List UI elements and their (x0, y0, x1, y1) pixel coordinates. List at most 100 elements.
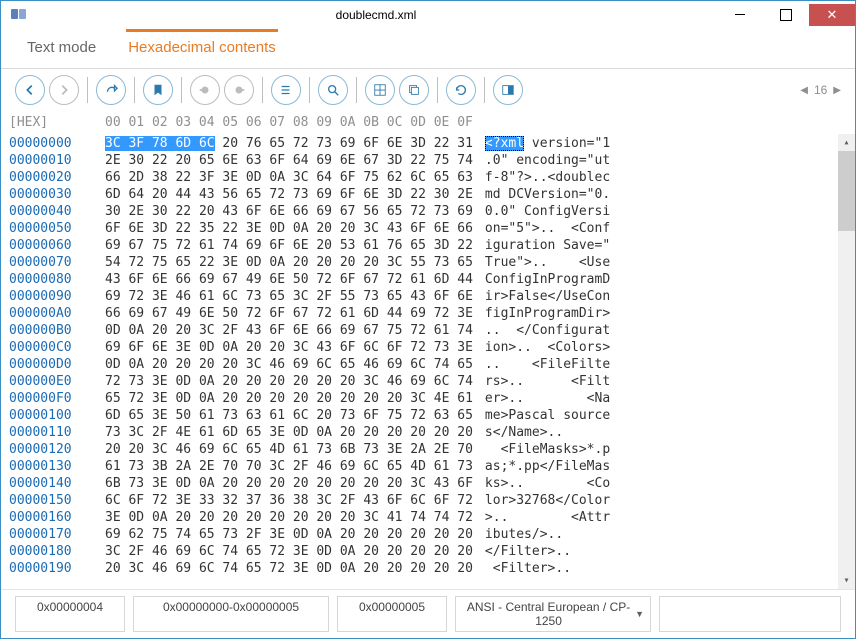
hex-row[interactable]: 000001506C 6F 72 3E 33 32 37 36 38 3C 2F… (9, 492, 610, 509)
bytes[interactable]: 6D 65 3E 50 61 73 63 61 6C 20 73 6F 75 7… (89, 407, 473, 424)
bytes[interactable]: 65 72 3E 0D 0A 20 20 20 20 20 20 20 20 3… (89, 390, 473, 407)
ascii[interactable]: ks>.. <Co (473, 475, 610, 492)
panel-button[interactable] (493, 75, 523, 105)
hex-row[interactable]: 0000009069 72 3E 46 61 6C 73 65 3C 2F 55… (9, 288, 610, 305)
ascii[interactable]: .. <FileFilte (473, 356, 610, 373)
hex-row[interactable]: 000001803C 2F 46 69 6C 74 65 72 3E 0D 0A… (9, 543, 610, 560)
hex-row[interactable]: 000000C069 6F 6E 3E 0D 0A 20 20 3C 43 6F… (9, 339, 610, 356)
tab-text-mode[interactable]: Text mode (25, 39, 98, 68)
hex-row[interactable]: 000000B00D 0A 20 20 3C 2F 43 6F 6E 66 69… (9, 322, 610, 339)
hex-row[interactable]: 0000011073 3C 2F 4E 61 6D 65 3E 0D 0A 20… (9, 424, 610, 441)
ascii[interactable]: iguration Save=" (473, 237, 610, 254)
scroll-up-icon[interactable]: ▴ (838, 134, 855, 151)
page-prev-icon[interactable]: ◀ (800, 85, 808, 96)
prev-bookmark-button[interactable] (190, 75, 220, 105)
hex-row[interactable]: 000001006D 65 3E 50 61 73 63 61 6C 20 73… (9, 407, 610, 424)
bytes[interactable]: 69 62 75 74 65 73 2F 3E 0D 0A 20 20 20 2… (89, 526, 473, 543)
hex-row[interactable]: 0000006069 67 75 72 61 74 69 6F 6E 20 53… (9, 237, 610, 254)
ascii[interactable]: ibutes/>.. (473, 526, 610, 543)
bytes[interactable]: 6F 6E 3D 22 35 22 3E 0D 0A 20 20 3C 43 6… (89, 220, 473, 237)
bytes[interactable]: 54 72 75 65 22 3E 0D 0A 20 20 20 20 3C 5… (89, 254, 473, 271)
ascii[interactable]: ion>.. <Colors> (473, 339, 610, 356)
bytes[interactable]: 2E 30 22 20 65 6E 63 6F 64 69 6E 67 3D 2… (89, 152, 473, 169)
hex-row[interactable]: 0000002066 2D 38 22 3F 3E 0D 0A 3C 64 6F… (9, 169, 610, 186)
ascii[interactable]: True">.. <Use (473, 254, 610, 271)
scroll-thumb[interactable] (838, 151, 855, 231)
encoding-select[interactable]: ANSI - Central European / CP-1250 ▼ (455, 596, 651, 632)
ascii[interactable]: s</Name>.. (473, 424, 610, 441)
ascii[interactable]: ir>False</UseCon (473, 288, 610, 305)
scroll-track[interactable] (838, 151, 855, 572)
page-indicator[interactable]: ◀ 16 ▶ (800, 83, 841, 97)
bytes[interactable]: 69 67 75 72 61 74 69 6F 6E 20 53 61 76 6… (89, 237, 473, 254)
ascii[interactable]: on="5">.. <Conf (473, 220, 610, 237)
hex-row[interactable]: 000001406B 73 3E 0D 0A 20 20 20 20 20 20… (9, 475, 610, 492)
copy-button[interactable] (399, 75, 429, 105)
bytes[interactable]: 73 3C 2F 4E 61 6D 65 3E 0D 0A 20 20 20 2… (89, 424, 473, 441)
hex-row[interactable]: 0000013061 73 3B 2A 2E 70 70 3C 2F 46 69… (9, 458, 610, 475)
hex-row[interactable]: 0000007054 72 75 65 22 3E 0D 0A 20 20 20… (9, 254, 610, 271)
bytes[interactable]: 61 73 3B 2A 2E 70 70 3C 2F 46 69 6C 65 4… (89, 458, 473, 475)
ascii[interactable]: md DCVersion="0. (473, 186, 610, 203)
ascii[interactable]: <?xml version="1 (473, 135, 610, 152)
ascii[interactable]: f-8"?>..<doublec (473, 169, 610, 186)
hex-row[interactable]: 000000102E 30 22 20 65 6E 63 6F 64 69 6E… (9, 152, 610, 169)
ascii[interactable]: .0" encoding="ut (473, 152, 610, 169)
bytes[interactable]: 0D 0A 20 20 3C 2F 43 6F 6E 66 69 67 75 7… (89, 322, 473, 339)
bytes[interactable]: 43 6F 6E 66 69 67 49 6E 50 72 6F 67 72 6… (89, 271, 473, 288)
bytes[interactable]: 20 20 3C 46 69 6C 65 4D 61 73 6B 73 3E 2… (89, 441, 473, 458)
bytes[interactable]: 66 69 67 49 6E 50 72 6F 67 72 61 6D 44 6… (89, 305, 473, 322)
ascii[interactable]: 0.0" ConfigVersi (473, 203, 610, 220)
close-button[interactable]: ✕ (809, 4, 855, 26)
ascii[interactable]: ConfigInProgramD (473, 271, 610, 288)
next-bookmark-button[interactable] (224, 75, 254, 105)
hex-row[interactable]: 000000D00D 0A 20 20 20 20 3C 46 69 6C 65… (9, 356, 610, 373)
tab-hex-mode[interactable]: Hexadecimal contents (126, 29, 278, 68)
ascii[interactable]: </Filter>.. (473, 543, 610, 560)
ascii[interactable]: lor>32768</Color (473, 492, 610, 509)
scroll-down-icon[interactable]: ▾ (838, 572, 855, 589)
hex-row[interactable]: 0000012020 20 3C 46 69 6C 65 4D 61 73 6B… (9, 441, 610, 458)
grid-button[interactable] (365, 75, 395, 105)
hex-row[interactable]: 000000E072 73 3E 0D 0A 20 20 20 20 20 20… (9, 373, 610, 390)
bytes[interactable]: 20 3C 46 69 6C 74 65 72 3E 0D 0A 20 20 2… (89, 560, 473, 577)
ascii[interactable]: er>.. <Na (473, 390, 610, 407)
hex-row[interactable]: 000001603E 0D 0A 20 20 20 20 20 20 20 20… (9, 509, 610, 526)
bytes[interactable]: 69 72 3E 46 61 6C 73 65 3C 2F 55 73 65 4… (89, 288, 473, 305)
vertical-scrollbar[interactable]: ▴ ▾ (838, 134, 855, 589)
hex-row[interactable]: 000000306D 64 20 44 43 56 65 72 73 69 6F… (9, 186, 610, 203)
ascii[interactable]: <FileMasks>*.p (473, 441, 610, 458)
hex-row[interactable]: 000000F065 72 3E 0D 0A 20 20 20 20 20 20… (9, 390, 610, 407)
ascii[interactable]: <Filter>.. (473, 560, 610, 577)
bytes[interactable]: 6B 73 3E 0D 0A 20 20 20 20 20 20 20 20 3… (89, 475, 473, 492)
ascii[interactable]: .. </Configurat (473, 322, 610, 339)
bytes[interactable]: 6D 64 20 44 43 56 65 72 73 69 6F 6E 3D 2… (89, 186, 473, 203)
hex-row[interactable]: 0000008043 6F 6E 66 69 67 49 6E 50 72 6F… (9, 271, 610, 288)
hex-row[interactable]: 0000017069 62 75 74 65 73 2F 3E 0D 0A 20… (9, 526, 610, 543)
bytes[interactable]: 3C 3F 78 6D 6C 20 76 65 72 73 69 6F 6E 3… (89, 135, 473, 152)
maximize-button[interactable] (763, 4, 809, 26)
search-button[interactable] (318, 75, 348, 105)
bytes[interactable]: 3E 0D 0A 20 20 20 20 20 20 20 20 3C 41 7… (89, 509, 473, 526)
page-next-icon[interactable]: ▶ (833, 85, 841, 96)
hex-row[interactable]: 0000004030 2E 30 22 20 43 6F 6E 66 69 67… (9, 203, 610, 220)
redo-button[interactable] (96, 75, 126, 105)
bytes[interactable]: 69 6F 6E 3E 0D 0A 20 20 3C 43 6F 6C 6F 7… (89, 339, 473, 356)
refresh-button[interactable] (446, 75, 476, 105)
bytes[interactable]: 72 73 3E 0D 0A 20 20 20 20 20 20 3C 46 6… (89, 373, 473, 390)
forward-button[interactable] (49, 75, 79, 105)
bytes[interactable]: 30 2E 30 22 20 43 6F 6E 66 69 67 56 65 7… (89, 203, 473, 220)
bytes[interactable]: 6C 6F 72 3E 33 32 37 36 38 3C 2F 43 6F 6… (89, 492, 473, 509)
bytes[interactable]: 3C 2F 46 69 6C 74 65 72 3E 0D 0A 20 20 2… (89, 543, 473, 560)
back-button[interactable] (15, 75, 45, 105)
hex-row[interactable]: 000000506F 6E 3D 22 35 22 3E 0D 0A 20 20… (9, 220, 610, 237)
bytes[interactable]: 0D 0A 20 20 20 20 3C 46 69 6C 65 46 69 6… (89, 356, 473, 373)
minimize-button[interactable] (717, 4, 763, 26)
bytes[interactable]: 66 2D 38 22 3F 3E 0D 0A 3C 64 6F 75 62 6… (89, 169, 473, 186)
hex-row[interactable]: 000000A066 69 67 49 6E 50 72 6F 67 72 61… (9, 305, 610, 322)
ascii[interactable]: >.. <Attr (473, 509, 610, 526)
ascii[interactable]: rs>.. <Filt (473, 373, 610, 390)
hex-row[interactable]: 000000003C 3F 78 6D 6C 20 76 65 72 73 69… (9, 135, 610, 152)
list-button[interactable] (271, 75, 301, 105)
hex-row[interactable]: 0000019020 3C 46 69 6C 74 65 72 3E 0D 0A… (9, 560, 610, 577)
